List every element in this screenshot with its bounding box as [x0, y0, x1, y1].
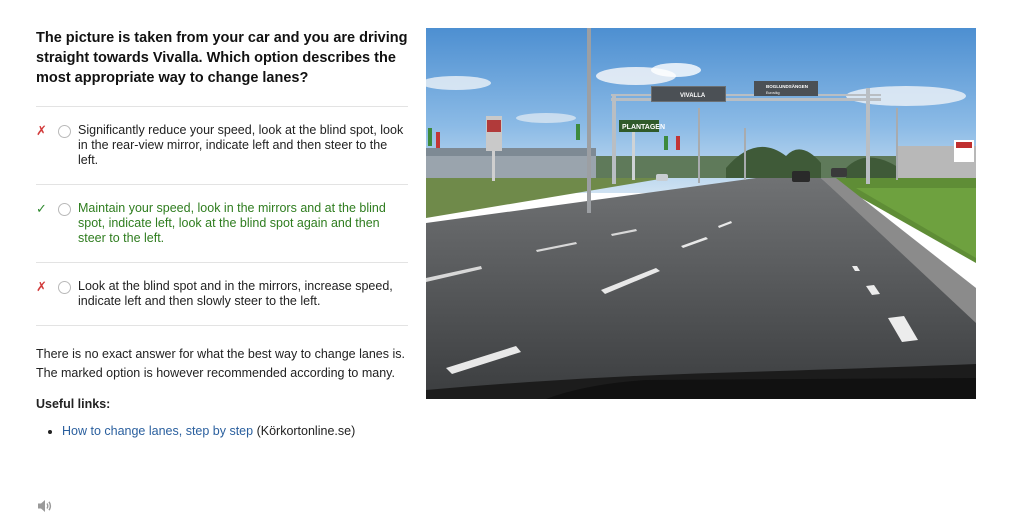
explanation-text: There is no exact answer for what the be… — [36, 347, 405, 380]
radio-button[interactable] — [58, 125, 71, 138]
answer-option-1[interactable]: ✗ Significantly reduce your speed, look … — [36, 107, 408, 185]
answer-option-text: Significantly reduce your speed, look at… — [78, 123, 404, 167]
sign-plantagen-text: PLANTAGEN — [622, 124, 665, 131]
change-lanes-link[interactable]: How to change lanes, step by step — [62, 424, 253, 438]
cross-icon: ✗ — [36, 279, 47, 294]
sign-boglundsangen-sub-text: Eurovikg — [766, 91, 780, 95]
link-source: (Körkortonline.se) — [256, 424, 356, 438]
radio-button[interactable] — [58, 281, 71, 294]
list-item: How to change lanes, step by step (Körko… — [62, 423, 408, 439]
answer-option-3[interactable]: ✗ Look at the blind spot and in the mirr… — [36, 263, 408, 326]
cross-icon: ✗ — [36, 123, 47, 138]
useful-links-list: How to change lanes, step by step (Körko… — [36, 423, 408, 439]
road-photo: VIVALLA BOGLUNDSÄNGEN Eurovikg PLANTAGEN — [426, 28, 976, 399]
answer-options: ✗ Significantly reduce your speed, look … — [36, 106, 408, 326]
sign-boglundsangen-text: BOGLUNDSÄNGEN — [766, 83, 808, 89]
radio-button[interactable] — [58, 203, 71, 216]
speaker-icon[interactable] — [36, 497, 54, 515]
answer-option-2[interactable]: ✓ Maintain your speed, look in the mirro… — [36, 185, 408, 263]
useful-links-title: Useful links: — [36, 397, 111, 411]
check-icon: ✓ — [36, 201, 47, 216]
answer-option-text: Look at the blind spot and in the mirror… — [78, 279, 393, 308]
answer-option-text: Maintain your speed, look in the mirrors… — [78, 201, 386, 245]
sign-vivalla-text: VIVALLA — [680, 93, 706, 99]
question-text: The picture is taken from your car and y… — [36, 30, 408, 86]
question-panel: The picture is taken from your car and y… — [36, 28, 408, 439]
